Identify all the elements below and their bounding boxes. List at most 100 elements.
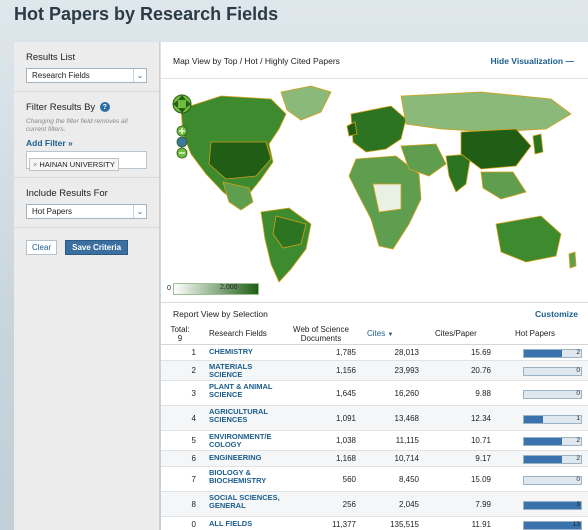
map-pan-control[interactable]: [172, 94, 192, 114]
row-field-link[interactable]: SOCIAL SCIENCES, GENERAL: [209, 494, 284, 510]
filter-input[interactable]: × HAINAN UNIVERSITY: [26, 151, 147, 171]
row-rank: 1: [191, 348, 196, 357]
row-field-link[interactable]: PLANT & ANIMAL SCIENCE: [209, 383, 284, 399]
map-region-india: [445, 153, 472, 193]
hot-papers-value: 2: [576, 455, 580, 462]
row-field-link[interactable]: AGRICULTURAL SCIENCES: [209, 408, 284, 424]
table-row[interactable]: 4 AGRICULTURAL SCIENCES 1,091 13,468 12.…: [161, 406, 588, 431]
table-row[interactable]: 3 PLANT & ANIMAL SCIENCE 1,645 16,260 9.…: [161, 381, 588, 406]
row-cites: 13,468: [394, 413, 419, 423]
row-field-link[interactable]: ALL FIELDS: [209, 520, 284, 528]
sort-desc-icon: ▼: [387, 332, 394, 338]
results-list-label: Results List: [26, 52, 76, 63]
row-cites-per-paper: 15.69: [470, 348, 491, 357]
legend-max: 2,000: [220, 284, 238, 291]
filter-tag: × HAINAN UNIVERSITY: [29, 158, 119, 171]
table-row[interactable]: 6 ENGINEERING 1,168 10,714 9.17 2: [161, 451, 588, 467]
row-field-link[interactable]: ENVIRONMENT/E COLOGY: [209, 433, 284, 449]
row-rank: 6: [191, 454, 196, 463]
add-filter-link[interactable]: Add Filter »: [26, 138, 147, 148]
table-row[interactable]: 1 CHEMISTRY 1,785 28,013 15.69 2: [161, 345, 588, 361]
hide-visualization-label: Hide Visualization: [490, 56, 564, 66]
world-map[interactable]: [161, 84, 588, 284]
row-field-link[interactable]: BIOLOGY & BIOCHEMISTRY: [209, 469, 284, 485]
hot-papers-bar-fill: [524, 350, 563, 357]
filter-tag-label: HAINAN UNIVERSITY: [39, 160, 115, 169]
row-field-link[interactable]: ENGINEERING: [209, 454, 284, 462]
row-rank: 7: [191, 474, 196, 484]
hot-papers-value: 1: [576, 414, 580, 422]
map-region-uk: [346, 121, 358, 137]
hot-papers-bar: 13: [523, 521, 582, 530]
row-documents: 11,377: [332, 520, 356, 529]
zoom-in-icon[interactable]: [176, 125, 188, 137]
hot-papers-bar-fill: [524, 438, 563, 445]
remove-filter-icon[interactable]: ×: [33, 160, 37, 169]
map-legend-gradient: [173, 283, 259, 295]
customize-link[interactable]: Customize: [535, 309, 578, 319]
row-cites: 10,714: [394, 454, 419, 463]
row-documents: 1,156: [335, 366, 356, 375]
row-rank: 5: [191, 436, 196, 445]
globe-icon[interactable]: [176, 136, 188, 148]
col-research-fields[interactable]: Research Fields: [209, 329, 267, 338]
include-section: Include Results For Hot Papers ⌄: [14, 178, 159, 228]
map-region-europe: [350, 105, 407, 153]
col-cites-label: Cites: [367, 329, 386, 338]
col-wos-documents[interactable]: Web of Science Documents: [285, 325, 357, 343]
row-rank: 8: [191, 499, 196, 509]
criteria-buttons: Clear Save Criteria: [14, 228, 159, 267]
row-documents: 1,168: [335, 454, 356, 463]
help-icon[interactable]: ?: [99, 102, 110, 113]
table-row[interactable]: 5 ENVIRONMENT/E COLOGY 1,038 11,115 10.7…: [161, 431, 588, 451]
include-label: Include Results For: [26, 188, 108, 199]
table-row[interactable]: 8 SOCIAL SCIENCES, GENERAL 256 2,045 7.9…: [161, 492, 588, 517]
col-cites[interactable]: Cites ▼: [367, 329, 393, 340]
table-row[interactable]: 2 MATERIALS SCIENCE 1,156 23,993 20.76 0: [161, 361, 588, 381]
results-list-select[interactable]: Research Fields ⌄: [26, 68, 147, 83]
hot-papers-bar: 2: [523, 455, 582, 464]
row-field-link[interactable]: MATERIALS SCIENCE: [209, 363, 284, 379]
save-criteria-button[interactable]: Save Criteria: [65, 240, 129, 255]
chevron-down-icon[interactable]: ⌄: [133, 69, 146, 82]
total-value: 9: [177, 334, 183, 343]
criteria-panel: Results List Research Fields ⌄ Filter Re…: [14, 42, 160, 530]
row-field-link[interactable]: CHEMISTRY: [209, 348, 284, 356]
page-title: Hot Papers by Research Fields: [14, 4, 279, 24]
row-cites-per-paper: 9.88: [475, 388, 491, 398]
hot-papers-value: 0: [576, 367, 580, 374]
results-panel: Map View by Top / Hot / Highly Cited Pap…: [161, 42, 588, 530]
row-cites: 8,450: [398, 474, 419, 484]
filter-note: Changing the filter field removes all cu…: [26, 118, 128, 133]
filter-section: Filter Results By ? Changing the filter …: [14, 92, 159, 178]
row-cites-per-paper: 11.91: [471, 520, 491, 529]
col-hot-papers[interactable]: Hot Papers: [515, 329, 555, 338]
clear-button[interactable]: Clear: [26, 240, 58, 255]
report-header: Report View by Selection Customize: [161, 302, 588, 322]
row-cites-per-paper: 12.34: [470, 413, 491, 423]
table-row[interactable]: 7 BIOLOGY & BIOCHEMISTRY 560 8,450 15.09…: [161, 467, 588, 492]
hot-papers-value: 2: [576, 349, 580, 356]
report-title: Report View by Selection: [173, 309, 268, 319]
table-header: Total: 9 Research Fields Web of Science …: [161, 323, 588, 345]
legend-min: 0: [167, 285, 171, 292]
zoom-out-icon[interactable]: [176, 147, 188, 159]
row-documents: 1,785: [335, 348, 356, 357]
include-select[interactable]: Hot Papers ⌄: [26, 204, 147, 219]
filter-label-row: Filter Results By ?: [26, 102, 147, 113]
total-label: Total:: [170, 325, 190, 334]
filter-label: Filter Results By: [26, 102, 96, 113]
row-rank: 3: [191, 388, 196, 398]
collapse-icon: —: [565, 56, 575, 66]
table-row[interactable]: 0 ALL FIELDS 11,377 135,515 11.91 13: [161, 517, 588, 530]
hot-papers-bar-fill: [524, 456, 563, 463]
chevron-down-icon[interactable]: ⌄: [133, 205, 146, 218]
table-body: 1 CHEMISTRY 1,785 28,013 15.69 2 2 MATER…: [161, 345, 588, 530]
hot-papers-value: 0: [576, 389, 580, 397]
row-cites-per-paper: 7.99: [475, 499, 491, 509]
map-region-australia: [495, 215, 562, 263]
row-cites-per-paper: 9.17: [475, 454, 491, 463]
col-cites-per-paper[interactable]: Cites/Paper: [435, 329, 477, 338]
hide-visualization-link[interactable]: Hide Visualization —: [491, 56, 574, 66]
results-list-section: Results List Research Fields ⌄: [14, 42, 159, 92]
